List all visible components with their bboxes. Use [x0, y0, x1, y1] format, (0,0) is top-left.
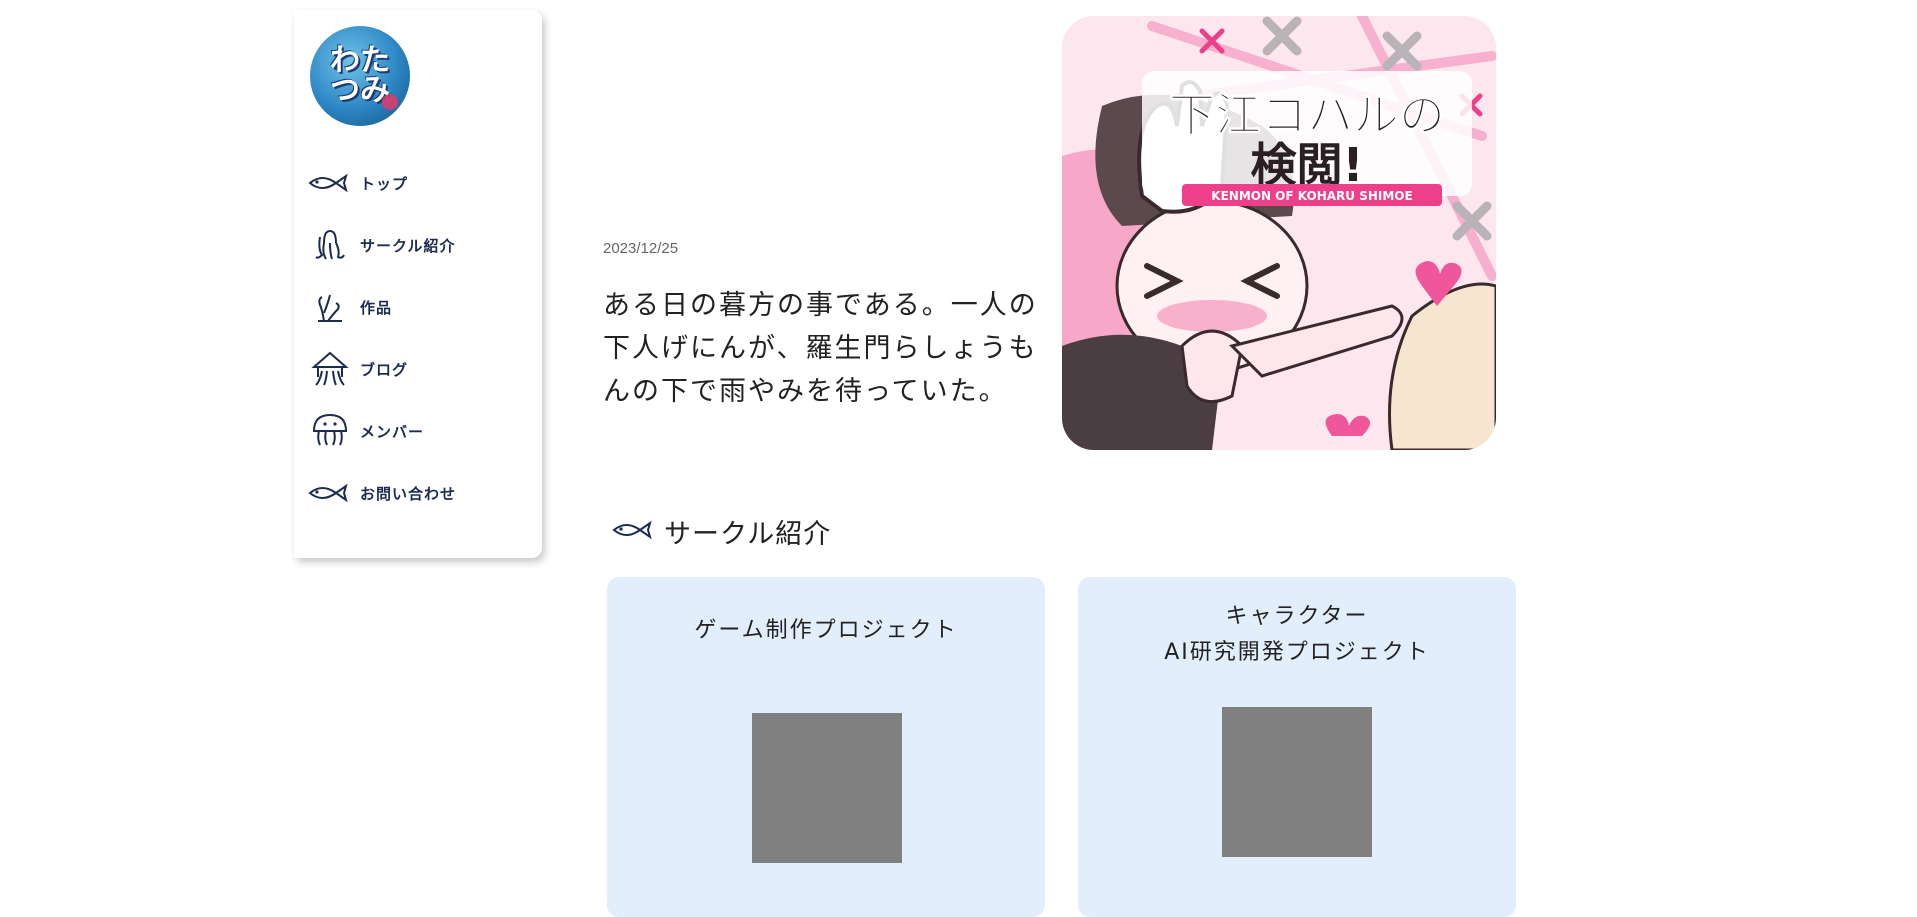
- card-thumbnail: [752, 713, 902, 863]
- hero-text: ある日の暮方の事である。一人の下人げにんが、羅生門らしょうもんの下で雨やみを待っ…: [603, 290, 1038, 407]
- post-date: 2023/12/25: [603, 240, 679, 257]
- svg-text:検閲!: 検閲!: [1251, 138, 1364, 192]
- card-title-line2: AI研究開発プロジェクト: [1164, 640, 1430, 665]
- coral-icon: [308, 285, 352, 329]
- hero-illustration[interactable]: 下江コハルの 検閲! KENMON OF KOHARU SHIMOE: [1062, 16, 1496, 450]
- svg-text:KENMON OF KOHARU SHIMOE: KENMON OF KOHARU SHIMOE: [1211, 189, 1412, 203]
- site-logo[interactable]: わたつみ: [310, 26, 410, 126]
- nav-item-contact[interactable]: お問い合わせ: [308, 462, 528, 524]
- fish-icon: [308, 161, 352, 205]
- project-card-game[interactable]: ゲーム制作プロジェクト: [607, 577, 1045, 917]
- section-title: サークル紹介: [664, 519, 832, 550]
- card-title: キャラクター AI研究開発プロジェクト: [1078, 599, 1516, 671]
- nav-item-label: メンバー: [360, 422, 425, 441]
- nav-item-label: お問い合わせ: [360, 484, 457, 503]
- section-heading: サークル紹介: [612, 512, 831, 551]
- nav-item-label: ブログ: [360, 360, 409, 379]
- sidebar: わたつみ トップ サークル紹介 作品 ブログ メンバー お問い合わせ: [294, 10, 542, 558]
- project-card-ai[interactable]: キャラクター AI研究開発プロジェクト: [1078, 577, 1516, 917]
- nav-item-blog[interactable]: ブログ: [308, 338, 528, 400]
- jellyfish-icon: [308, 409, 352, 453]
- nav-item-top[interactable]: トップ: [308, 152, 528, 214]
- nav-item-label: トップ: [360, 174, 409, 193]
- nav-item-label: 作品: [360, 298, 393, 317]
- nav-item-members[interactable]: メンバー: [308, 400, 528, 462]
- logo-accent: [382, 94, 398, 110]
- card-title-line1: キャラクター: [1225, 604, 1369, 629]
- card-title: ゲーム制作プロジェクト: [694, 618, 958, 643]
- fish-icon: [308, 471, 352, 515]
- nav-item-label: サークル紹介: [360, 236, 456, 255]
- main-nav: トップ サークル紹介 作品 ブログ メンバー お問い合わせ: [308, 152, 528, 524]
- svg-text:下江コハルの: 下江コハルの: [1169, 88, 1445, 142]
- octopus-icon: [308, 223, 352, 267]
- nav-item-circle[interactable]: サークル紹介: [308, 214, 528, 276]
- nav-item-works[interactable]: 作品: [308, 276, 528, 338]
- fish-icon: [612, 518, 656, 546]
- card-thumbnail: [1222, 707, 1372, 857]
- squid-icon: [308, 347, 352, 391]
